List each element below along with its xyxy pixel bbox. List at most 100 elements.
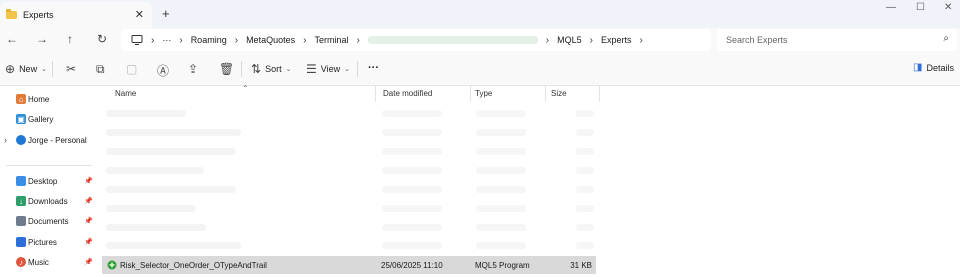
breadcrumb-experts[interactable]: Experts [601,35,632,45]
refresh-button[interactable]: ↻ [97,32,107,46]
file-date: 25/06/2025 11:10 [381,260,443,270]
new-tab-button[interactable]: + [162,6,170,21]
tab-experts[interactable]: Experts ✕ [0,2,152,28]
column-divider[interactable] [375,86,376,102]
details-button[interactable]: ◨ Details [913,62,954,73]
sort-icon: ⇅ [251,62,262,76]
chevron-right-icon: › [234,34,239,46]
new-button[interactable]: ⊕ New ⌄ [5,62,47,76]
breadcrumb-roaming[interactable]: Roaming [191,35,227,45]
search-box[interactable]: Search Experts ⌕ [717,29,957,51]
paste-button[interactable]: ▢ [126,62,137,76]
file-list: ⌃ Name Date modified Type Size Risk_Sele… [96,84,960,277]
chevron-right-icon: › [179,34,183,46]
share-button[interactable]: ⇪ [188,62,198,76]
pin-icon[interactable]: 📌 [84,217,93,225]
documents-icon [16,216,26,226]
pc-icon [131,35,143,45]
breadcrumb-mql5[interactable]: MQL5 [557,35,582,45]
details-label: Details [926,62,954,73]
column-header-size[interactable]: Size [551,89,567,98]
sidebar-item-label: Desktop [28,176,58,186]
column-divider[interactable] [470,86,471,102]
maximize-button[interactable]: ☐ [916,2,925,13]
forward-button[interactable]: → [36,32,48,46]
cut-button[interactable]: ✂ [66,62,76,76]
breadcrumb-blurred[interactable] [367,36,538,44]
delete-button[interactable]: 🗑 [219,62,234,76]
close-tab-icon[interactable]: ✕ [135,8,144,21]
column-header-date[interactable]: Date modified [383,89,432,98]
sidebar-item-documents[interactable]: Documents 📌 [0,212,96,230]
title-bar: Experts ✕ + — ☐ ✕ [0,0,960,28]
cut-icon: ✂ [66,62,77,76]
chevron-right-icon: › [589,34,593,46]
add-circle-icon: ⊕ [5,62,16,76]
onedrive-icon [16,135,26,145]
chevron-right-icon[interactable]: › [640,35,643,46]
sort-button[interactable]: ⇅ Sort ⌄ [251,62,291,76]
chevron-down-icon: ⌄ [285,66,292,73]
tab-title: Experts [23,10,54,20]
sidebar-item-pictures[interactable]: Pictures 📌 [0,233,96,251]
pin-icon[interactable]: 📌 [84,177,93,185]
sidebar-item-label: Documents [28,216,69,226]
home-icon: ⌂ [16,94,26,104]
more-icon: ··· [368,62,379,74]
close-window-button[interactable]: ✕ [944,2,952,13]
toolbar-divider [241,61,242,77]
pin-icon[interactable]: 📌 [84,238,93,246]
trash-icon: 🗑 [219,62,235,76]
file-name: Risk_Selector_OneOrder_OTypeAndTrail [120,260,267,270]
up-button[interactable]: ↑ [67,32,73,46]
navigation-pane: ⌂ Home ▣ Gallery › Jorge - Personal Desk… [0,86,96,277]
folder-icon [6,9,17,19]
sidebar-item-downloads[interactable]: ↓ Downloads 📌 [0,192,96,210]
file-row-selected[interactable]: Risk_Selector_OneOrder_OTypeAndTrail 25/… [102,256,596,274]
copy-button[interactable]: ⧉ [96,62,105,77]
sidebar-item-label: Jorge - Personal [28,135,87,145]
paste-icon: ▢ [126,62,138,76]
sidebar-item-gallery[interactable]: ▣ Gallery [0,110,96,128]
file-type: MQL5 Program [475,260,530,270]
more-options-button[interactable]: ··· [368,62,379,74]
view-button[interactable]: ☰ View ⌄ [306,62,350,76]
column-header-type[interactable]: Type [475,89,492,98]
sidebar-item-label: Music [28,257,49,267]
chevron-right-icon: › [151,34,155,46]
chevron-down-icon: ⌄ [41,66,47,73]
view-icon: ☰ [306,62,317,76]
sidebar-item-home[interactable]: ⌂ Home [0,90,96,108]
breadcrumb-more[interactable]: ··· [162,35,171,45]
expand-chevron-icon[interactable]: › [4,135,7,145]
command-bar: ⊕ New ⌄ ✂ ⧉ ▢ Ⓐ ⇪ 🗑 ⇅ Sort ⌄ ☰ View ⌄ ··… [0,52,960,86]
sidebar-item-label: Gallery [28,114,54,124]
music-icon: ♪ [16,257,26,267]
minimize-button[interactable]: — [886,2,896,13]
details-pane-icon: ◨ [913,62,923,73]
breadcrumb-terminal[interactable]: Terminal [314,35,348,45]
sidebar-item-desktop[interactable]: Desktop 📌 [0,172,96,190]
search-placeholder: Search Experts [726,35,788,45]
sidebar-item-label: Home [28,94,50,104]
rename-icon: Ⓐ [157,64,170,78]
column-header-name[interactable]: Name [115,89,136,98]
column-divider[interactable] [599,86,600,102]
column-divider[interactable] [545,86,546,102]
sidebar-item-label: Downloads [28,196,68,206]
pin-icon[interactable]: 📌 [84,258,93,266]
share-icon: ⇪ [188,62,199,76]
pin-icon[interactable]: 📌 [84,197,93,205]
rename-button[interactable]: Ⓐ [157,62,169,79]
back-button[interactable]: ← [6,32,18,46]
chevron-right-icon: › [356,34,360,46]
pictures-icon [16,237,26,247]
sidebar-divider [6,165,92,166]
sidebar-item-music[interactable]: ♪ Music 📌 [0,253,96,271]
chevron-down-icon: ⌄ [344,66,350,73]
sidebar-item-label: Pictures [28,237,57,247]
address-bar[interactable]: › ··· › Roaming › MetaQuotes › Terminal … [121,29,711,51]
breadcrumb-metaquotes[interactable]: MetaQuotes [246,35,295,45]
toolbar-divider [52,61,53,77]
sidebar-item-onedrive[interactable]: › Jorge - Personal [0,131,96,149]
